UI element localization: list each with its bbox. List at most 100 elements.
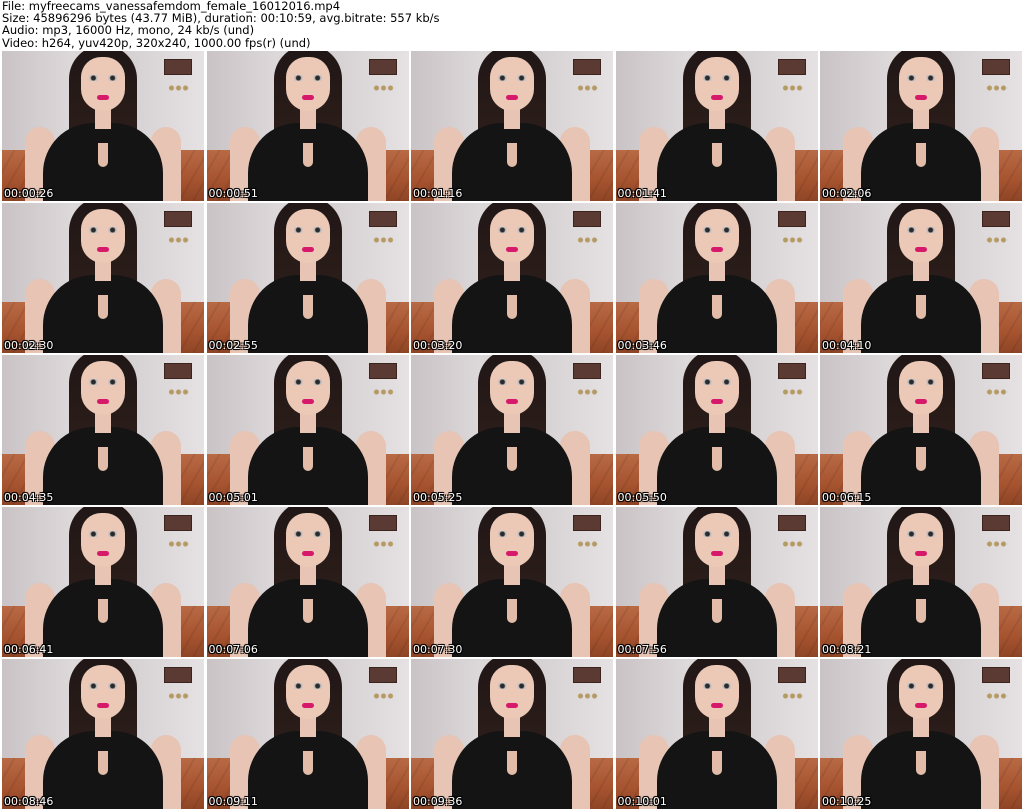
person-lips <box>710 399 723 404</box>
person-keyhole <box>507 751 517 775</box>
video-frame-thumbnail: 00:01:16 <box>411 51 613 201</box>
person-lips <box>97 247 109 252</box>
person-keyhole <box>302 599 313 623</box>
video-frame-thumbnail: 00:10:01 <box>615 659 818 809</box>
wall-sign <box>777 363 806 379</box>
person-face <box>81 513 125 567</box>
person-eyes <box>496 227 528 233</box>
wall-hooks <box>372 389 395 395</box>
video-frame-thumbnail: 00:02:30 <box>2 203 204 353</box>
person-face <box>899 57 943 111</box>
wall-sign <box>164 363 192 379</box>
person-figure <box>434 203 590 353</box>
person-eyes <box>700 531 733 537</box>
frame-timestamp: 00:03:46 <box>617 339 667 352</box>
person-eyes <box>87 531 119 537</box>
person-eyes <box>496 531 528 537</box>
person-face <box>490 665 534 719</box>
video-frame-thumbnail: 00:05:01 <box>206 355 409 505</box>
wall-sign <box>164 515 192 531</box>
video-frame-thumbnail: 00:03:20 <box>411 203 613 353</box>
person-eyes <box>291 531 324 537</box>
person-face <box>899 665 943 719</box>
wall-sign <box>573 363 601 379</box>
person-face <box>81 57 125 111</box>
person-eyes <box>291 379 324 385</box>
person-keyhole <box>916 447 926 471</box>
person-lips <box>915 247 927 252</box>
frame-timestamp: 00:05:50 <box>617 491 667 504</box>
wall-hooks <box>168 237 190 243</box>
wall-sign <box>982 667 1010 683</box>
wall-sign <box>777 667 806 683</box>
wall-hooks <box>781 541 804 547</box>
person-keyhole <box>302 751 313 775</box>
person-eyes <box>700 75 733 81</box>
person-lips <box>506 703 518 708</box>
person-eyes <box>291 227 324 233</box>
wall-hooks <box>781 693 804 699</box>
person-keyhole <box>98 599 108 623</box>
video-frame-thumbnail: 00:04:35 <box>2 355 204 505</box>
person-face <box>285 361 330 415</box>
video-frame-thumbnail: 00:06:41 <box>2 507 204 657</box>
wall-hooks <box>986 693 1008 699</box>
person-face <box>694 513 739 567</box>
person-face <box>81 209 125 263</box>
person-keyhole <box>916 143 926 167</box>
frame-timestamp: 00:01:41 <box>617 187 667 200</box>
wall-sign <box>982 363 1010 379</box>
person-lips <box>710 247 723 252</box>
person-keyhole <box>302 447 313 471</box>
person-face <box>490 513 534 567</box>
frame-timestamp: 00:08:21 <box>822 643 872 656</box>
person-keyhole <box>711 599 722 623</box>
person-face <box>285 665 330 719</box>
person-figure <box>434 507 590 657</box>
person-figure <box>229 355 386 505</box>
person-figure <box>25 507 181 657</box>
person-keyhole <box>507 295 517 319</box>
person-figure <box>25 51 181 201</box>
person-keyhole <box>507 447 517 471</box>
wall-sign <box>982 515 1010 531</box>
frame-timestamp: 00:00:51 <box>208 187 258 200</box>
person-face <box>490 361 534 415</box>
person-eyes <box>905 75 937 81</box>
person-keyhole <box>98 447 108 471</box>
frame-timestamp: 00:08:46 <box>4 795 54 808</box>
person-keyhole <box>98 751 108 775</box>
wall-sign <box>164 59 192 75</box>
person-figure <box>434 659 590 809</box>
wall-hooks <box>372 237 395 243</box>
person-figure <box>843 51 999 201</box>
person-figure <box>434 51 590 201</box>
person-lips <box>915 703 927 708</box>
person-eyes <box>496 683 528 689</box>
person-figure <box>25 659 181 809</box>
person-figure <box>638 355 795 505</box>
wall-hooks <box>986 389 1008 395</box>
frame-timestamp: 00:07:56 <box>617 643 667 656</box>
wall-hooks <box>168 85 190 91</box>
wall-sign <box>573 59 601 75</box>
person-keyhole <box>711 751 722 775</box>
wall-sign <box>368 667 397 683</box>
person-lips <box>301 703 314 708</box>
person-figure <box>229 507 386 657</box>
wall-sign <box>368 211 397 227</box>
person-face <box>694 665 739 719</box>
frame-timestamp: 00:02:55 <box>208 339 258 352</box>
person-lips <box>506 247 518 252</box>
frame-timestamp: 00:07:06 <box>208 643 258 656</box>
video-frame-thumbnail: 00:07:06 <box>206 507 409 657</box>
person-keyhole <box>98 295 108 319</box>
video-frame-thumbnail: 00:07:30 <box>411 507 613 657</box>
person-face <box>285 513 330 567</box>
video-frame-thumbnail: 00:00:51 <box>206 51 409 201</box>
video-frame-thumbnail: 00:08:46 <box>2 659 204 809</box>
wall-sign <box>164 211 192 227</box>
person-lips <box>301 399 314 404</box>
person-eyes <box>87 379 119 385</box>
video-frame-thumbnail: 00:05:25 <box>411 355 613 505</box>
